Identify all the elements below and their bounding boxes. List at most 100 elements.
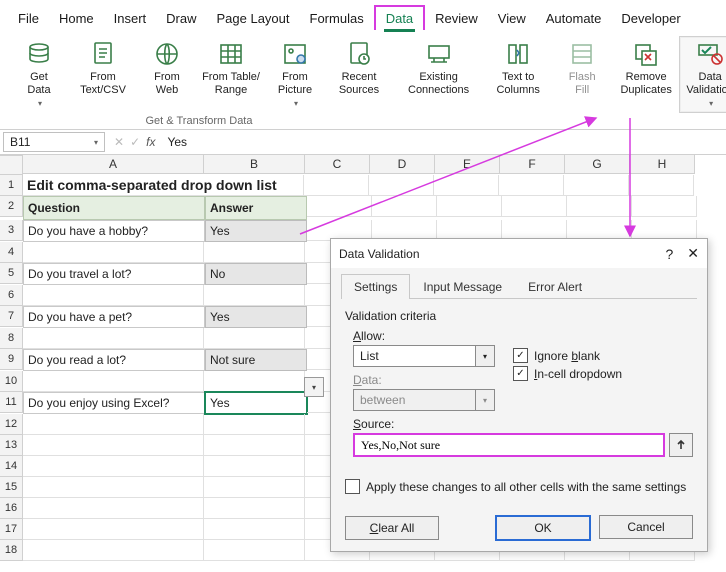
dialog-tab-error-alert[interactable]: Error Alert — [515, 274, 595, 299]
flash-fill-button[interactable]: Flash Fill — [551, 36, 613, 113]
cell[interactable] — [204, 477, 305, 498]
row-header[interactable]: 3 — [0, 220, 23, 241]
row-header[interactable]: 5 — [0, 263, 23, 284]
cell[interactable]: Not sure — [205, 349, 307, 371]
cell[interactable] — [23, 456, 204, 477]
close-icon[interactable]: ✕ — [687, 245, 699, 262]
cell[interactable] — [204, 456, 305, 477]
source-input[interactable] — [353, 433, 665, 457]
tab-developer[interactable]: Developer — [611, 7, 690, 30]
get-data-button[interactable]: Get Data▾ — [8, 36, 70, 113]
row-header[interactable]: 16 — [0, 498, 23, 519]
from-picture-button[interactable]: From Picture▾ — [264, 36, 326, 113]
cell[interactable] — [304, 175, 369, 196]
tab-file[interactable]: File — [8, 7, 49, 30]
column-header[interactable]: H — [630, 155, 695, 174]
formula-value[interactable]: Yes — [161, 135, 193, 149]
cell[interactable]: Do you read a lot? — [23, 349, 205, 371]
select-all-corner[interactable] — [0, 155, 23, 175]
dialog-tab-settings[interactable]: Settings — [341, 274, 410, 299]
row-header[interactable]: 7 — [0, 306, 23, 327]
incell-dropdown-checkbox[interactable]: ✓ In-cell dropdown — [513, 366, 622, 381]
fx-icon[interactable]: fx — [146, 135, 155, 149]
row-header[interactable]: 8 — [0, 328, 23, 349]
row-header[interactable]: 14 — [0, 456, 23, 477]
from-web-button[interactable]: From Web — [136, 36, 198, 113]
row-header[interactable]: 10 — [0, 371, 23, 392]
ignore-blank-checkbox[interactable]: ✓ Ignore blank — [513, 348, 622, 363]
cell[interactable] — [23, 498, 204, 519]
cell[interactable] — [567, 196, 632, 217]
ok-button[interactable]: OK — [495, 515, 591, 541]
row-header[interactable]: 9 — [0, 349, 23, 370]
cell[interactable]: Edit comma-separated drop down list — [23, 175, 304, 196]
cell[interactable] — [499, 175, 564, 196]
cell[interactable] — [23, 414, 204, 435]
apply-all-checkbox[interactable]: Apply these changes to all other cells w… — [345, 479, 693, 494]
from-table-button[interactable]: From Table/ Range — [200, 36, 262, 113]
column-header[interactable]: C — [305, 155, 370, 174]
row-header[interactable]: 6 — [0, 285, 23, 306]
cell[interactable]: No — [205, 263, 307, 285]
data-validation-button[interactable]: Data Validation▾ — [679, 36, 726, 113]
help-icon[interactable]: ? — [665, 246, 673, 262]
cell[interactable] — [23, 435, 204, 456]
column-header[interactable]: A — [23, 155, 204, 174]
dialog-tab-input-message[interactable]: Input Message — [410, 274, 515, 299]
cell[interactable]: Do you have a hobby? — [23, 220, 205, 242]
cell[interactable] — [204, 435, 305, 456]
allow-combobox[interactable]: List ▾ — [353, 345, 495, 367]
cell[interactable] — [204, 328, 305, 349]
cell[interactable] — [204, 371, 305, 392]
cell[interactable]: Yes — [205, 220, 307, 242]
text-to-columns-button[interactable]: Text to Columns — [487, 36, 549, 113]
cell[interactable] — [23, 371, 204, 392]
cell-dropdown-button[interactable]: ▾ — [304, 377, 324, 397]
cell[interactable]: Answer — [205, 196, 307, 220]
tab-home[interactable]: Home — [49, 7, 104, 30]
tab-review[interactable]: Review — [425, 7, 488, 30]
cell[interactable]: Do you have a pet? — [23, 306, 205, 328]
cell[interactable] — [23, 242, 204, 263]
cell[interactable]: Do you enjoy using Excel? — [23, 392, 205, 414]
tab-page-layout[interactable]: Page Layout — [207, 7, 300, 30]
cell[interactable] — [632, 196, 697, 217]
cell[interactable] — [23, 477, 204, 498]
cell[interactable] — [437, 196, 502, 217]
tab-data[interactable]: Data — [374, 5, 425, 30]
row-header[interactable]: 13 — [0, 435, 23, 456]
row-header[interactable]: 11 — [0, 392, 23, 413]
cancel-icon[interactable]: ✕ — [114, 135, 124, 149]
from-textcsv-button[interactable]: From Text/CSV — [72, 36, 134, 113]
row-header[interactable]: 18 — [0, 540, 23, 561]
row-header[interactable]: 17 — [0, 519, 23, 540]
cell[interactable]: Yes — [205, 306, 307, 328]
cell[interactable] — [23, 328, 204, 349]
column-header[interactable]: D — [370, 155, 435, 174]
row-header[interactable]: 15 — [0, 477, 23, 498]
cell[interactable] — [204, 242, 305, 263]
column-header[interactable]: B — [204, 155, 305, 174]
cell[interactable] — [369, 175, 434, 196]
cell[interactable] — [629, 175, 694, 196]
range-picker-button[interactable] — [669, 433, 693, 457]
tab-view[interactable]: View — [488, 7, 536, 30]
cell[interactable]: Do you travel a lot? — [23, 263, 205, 285]
tab-automate[interactable]: Automate — [536, 7, 612, 30]
cell[interactable] — [372, 196, 437, 217]
tab-formulas[interactable]: Formulas — [300, 7, 374, 30]
cell[interactable]: Question — [23, 196, 205, 220]
column-header[interactable]: G — [565, 155, 630, 174]
name-box[interactable]: B11 ▾ — [3, 132, 105, 152]
tab-insert[interactable]: Insert — [104, 7, 157, 30]
cell[interactable] — [564, 175, 629, 196]
recent-sources-button[interactable]: Recent Sources — [328, 36, 390, 113]
row-header[interactable]: 12 — [0, 414, 23, 435]
row-header[interactable]: 2 — [0, 196, 23, 217]
cell[interactable] — [204, 540, 305, 561]
cancel-button[interactable]: Cancel — [599, 515, 693, 539]
cell[interactable]: Yes — [205, 392, 307, 414]
cell[interactable] — [502, 196, 567, 217]
tab-draw[interactable]: Draw — [156, 7, 206, 30]
cell[interactable] — [23, 285, 204, 306]
